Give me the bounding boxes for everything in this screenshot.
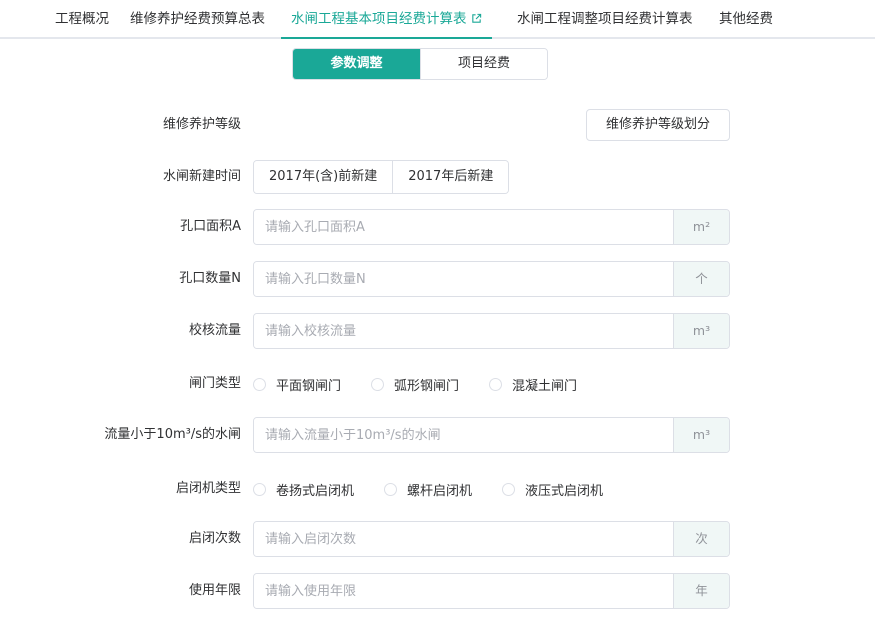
service-years-input[interactable] [254, 574, 673, 608]
hole-count-unit: 个 [673, 262, 729, 296]
build-time-label: 水闸新建时间 [162, 169, 241, 184]
hole-area-unit: m² [673, 210, 729, 244]
hoist-type-option-label: 液压式启闭机 [525, 483, 604, 499]
check-flow-field: m³ [253, 313, 730, 349]
radio-circle-icon[interactable] [371, 377, 385, 391]
hole-count-input[interactable] [254, 262, 673, 296]
gate-type-radio-concrete[interactable]: 混凝土闸门 [489, 375, 577, 394]
hole-area-label: 孔口面积A [180, 219, 241, 234]
radio-circle-icon[interactable] [253, 377, 266, 391]
gate-type-option-label: 混凝土闸门 [512, 378, 578, 394]
small-flow-row: 流量小于10m³/s的水闸 m³ [0, 417, 875, 453]
hoist-type-radio-screw[interactable]: 螺杆启闭机 [384, 480, 472, 499]
hoist-type-label: 启闭机类型 [175, 481, 241, 496]
external-link-icon[interactable] [471, 13, 482, 24]
grade-row: 维修养护等级 维修养护等级划分 [0, 107, 875, 143]
radio-circle-icon[interactable] [489, 377, 503, 391]
hole-count-field: 个 [253, 261, 730, 297]
radio-circle-icon[interactable] [384, 482, 398, 496]
hole-area-field: m² [253, 209, 730, 245]
check-flow-label: 校核流量 [188, 323, 241, 338]
gate-type-radio-flat-steel[interactable]: 平面钢闸门 [253, 375, 341, 394]
hoist-times-label: 启闭次数 [188, 531, 241, 546]
hoist-times-unit: 次 [673, 522, 729, 556]
grade-division-button[interactable]: 维修养护等级划分 [586, 109, 730, 141]
hoist-times-field: 次 [253, 521, 730, 557]
hole-area-row: 孔口面积A m² [0, 209, 875, 245]
check-flow-input[interactable] [254, 314, 673, 348]
hoist-type-radio-group: 卷扬式启闭机 螺杆启闭机 液压式启闭机 [253, 471, 633, 507]
gate-type-option-label: 平面钢闸门 [276, 378, 342, 394]
hole-area-input[interactable] [254, 210, 673, 244]
small-flow-unit: m³ [673, 418, 729, 452]
build-after-2017-button[interactable]: 2017年后新建 [392, 161, 509, 193]
hoist-times-row: 启闭次数 次 [0, 521, 875, 557]
hoist-type-option-label: 卷扬式启闭机 [276, 483, 355, 499]
tab-basic-items[interactable]: 水闸工程基本项目经费计算表 [281, 0, 492, 39]
hoist-type-radio-winch[interactable]: 卷扬式启闭机 [253, 480, 354, 499]
gate-type-radio-arc-steel[interactable]: 弧形钢闸门 [371, 375, 459, 394]
build-time-group: 2017年(含)前新建 2017年后新建 [253, 160, 510, 194]
hole-count-row: 孔口数量N 个 [0, 261, 875, 297]
build-time-row: 水闸新建时间 2017年(含)前新建 2017年后新建 [0, 159, 875, 195]
hoist-times-input[interactable] [254, 522, 673, 556]
small-flow-input[interactable] [254, 418, 673, 452]
service-years-row: 使用年限 年 [0, 573, 875, 609]
tab-basic-items-label: 水闸工程基本项目经费计算表 [291, 11, 467, 27]
tab-adjusted-items[interactable]: 水闸工程调整项目经费计算表 [517, 0, 693, 38]
view-toggle: 参数调整 项目经费 [292, 48, 548, 80]
service-years-label: 使用年限 [188, 583, 241, 598]
hole-count-label: 孔口数量N [179, 271, 241, 286]
build-before-2017-button[interactable]: 2017年(含)前新建 [254, 161, 393, 193]
radio-circle-icon[interactable] [253, 482, 266, 496]
gate-type-label: 闸门类型 [188, 376, 241, 391]
small-flow-label: 流量小于10m³/s的水闸 [104, 427, 241, 442]
check-flow-row: 校核流量 m³ [0, 313, 875, 349]
hoist-type-option-label: 螺杆启闭机 [407, 483, 473, 499]
params-adjust-button[interactable]: 参数调整 [293, 49, 420, 79]
service-years-unit: 年 [673, 574, 729, 608]
small-flow-field: m³ [253, 417, 730, 453]
project-costs-button[interactable]: 项目经费 [420, 49, 547, 79]
gate-type-row: 闸门类型 平面钢闸门 弧形钢闸门 混凝土闸门 [0, 366, 875, 402]
grade-label: 维修养护等级 [162, 117, 241, 132]
hoist-type-radio-hydraulic[interactable]: 液压式启闭机 [502, 480, 603, 499]
hoist-type-row: 启闭机类型 卷扬式启闭机 螺杆启闭机 液压式启闭机 [0, 471, 875, 507]
check-flow-unit: m³ [673, 314, 729, 348]
tab-bar: 工程概况 维修养护经费预算总表 水闸工程基本项目经费计算表 水闸工程调整项目经费… [0, 0, 875, 39]
radio-circle-icon[interactable] [502, 482, 516, 496]
tab-other-costs[interactable]: 其他经费 [719, 0, 773, 38]
service-years-field: 年 [253, 573, 730, 609]
gate-type-radio-group: 平面钢闸门 弧形钢闸门 混凝土闸门 [253, 366, 607, 402]
gate-type-option-label: 弧形钢闸门 [394, 378, 460, 394]
tab-budget-summary[interactable]: 维修养护经费预算总表 [130, 0, 265, 38]
tab-project-overview[interactable]: 工程概况 [55, 0, 109, 38]
